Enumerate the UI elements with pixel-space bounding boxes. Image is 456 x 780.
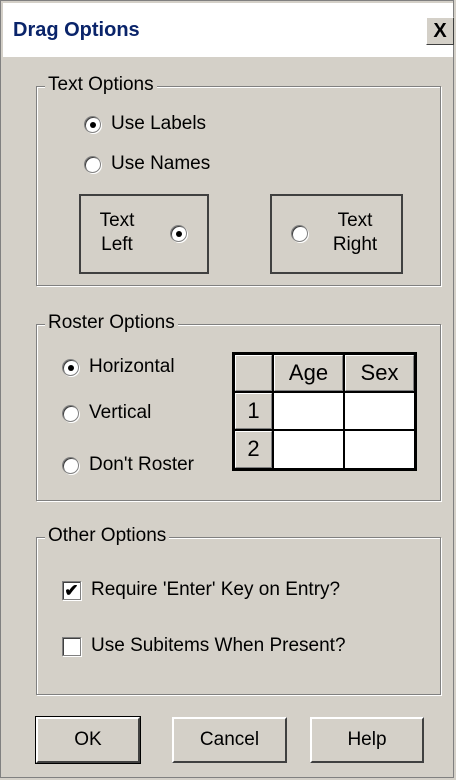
grid-header-sex: Sex <box>345 355 414 391</box>
text-right-line2: Right <box>332 234 378 255</box>
dont-roster-label: Don't Roster <box>89 454 195 475</box>
close-button[interactable]: X <box>426 17 454 45</box>
ok-button[interactable]: OK <box>35 716 141 764</box>
dont-roster-option[interactable]: Don't Roster <box>62 454 194 476</box>
title-bar[interactable]: Drag Options X <box>3 3 454 57</box>
dont-roster-radio[interactable] <box>62 456 79 474</box>
use-labels-radio[interactable] <box>84 115 101 133</box>
use-labels-option[interactable]: Use Labels <box>84 113 206 135</box>
roster-options-legend: Roster Options <box>45 312 178 334</box>
use-names-option[interactable]: Use Names <box>84 153 210 175</box>
horizontal-option[interactable]: Horizontal <box>62 356 175 378</box>
use-subitems-checkbox[interactable] <box>62 636 81 656</box>
text-left-box[interactable]: Text Left <box>79 194 209 274</box>
other-options-group: Other Options <box>36 525 441 695</box>
other-options-legend: Other Options <box>45 525 170 547</box>
use-labels-label: Use Labels <box>111 113 207 134</box>
grid-cell <box>345 393 414 429</box>
grid-corner-cell <box>235 355 272 391</box>
cancel-button[interactable]: Cancel <box>172 717 287 763</box>
text-right-radio[interactable] <box>291 225 308 242</box>
require-enter-option[interactable]: ✔ Require 'Enter' Key on Entry? <box>62 579 340 601</box>
vertical-option[interactable]: Vertical <box>62 402 151 424</box>
grid-cell <box>345 431 414 468</box>
grid-cell <box>274 393 343 429</box>
text-left-radio[interactable] <box>170 225 187 242</box>
text-right-line1: Text <box>337 210 373 231</box>
vertical-label: Vertical <box>89 402 152 423</box>
horizontal-radio[interactable] <box>62 358 79 376</box>
grid-row-header-1: 1 <box>235 393 272 429</box>
text-options-legend: Text Options <box>45 74 157 96</box>
text-left-label: Text Left <box>95 209 139 257</box>
text-right-box[interactable]: Text Right <box>270 194 403 274</box>
require-enter-checkbox[interactable]: ✔ <box>62 580 81 600</box>
grid-header-age: Age <box>274 355 343 391</box>
grid-row-header-2: 2 <box>235 431 272 468</box>
help-button[interactable]: Help <box>310 717 424 763</box>
use-subitems-label: Use Subitems When Present? <box>91 635 346 656</box>
vertical-radio[interactable] <box>62 404 79 422</box>
grid-cell <box>274 431 343 468</box>
dialog-title: Drag Options <box>13 19 140 41</box>
use-names-label: Use Names <box>111 153 211 174</box>
require-enter-label: Require 'Enter' Key on Entry? <box>91 579 341 600</box>
text-right-label: Text Right <box>328 209 382 257</box>
roster-preview-grid: Age Sex 1 2 <box>232 352 417 471</box>
horizontal-label: Horizontal <box>89 356 175 377</box>
text-left-line2: Left <box>101 234 133 255</box>
use-subitems-option[interactable]: Use Subitems When Present? <box>62 635 346 657</box>
use-names-radio[interactable] <box>84 155 101 173</box>
text-left-line1: Text <box>99 210 135 231</box>
